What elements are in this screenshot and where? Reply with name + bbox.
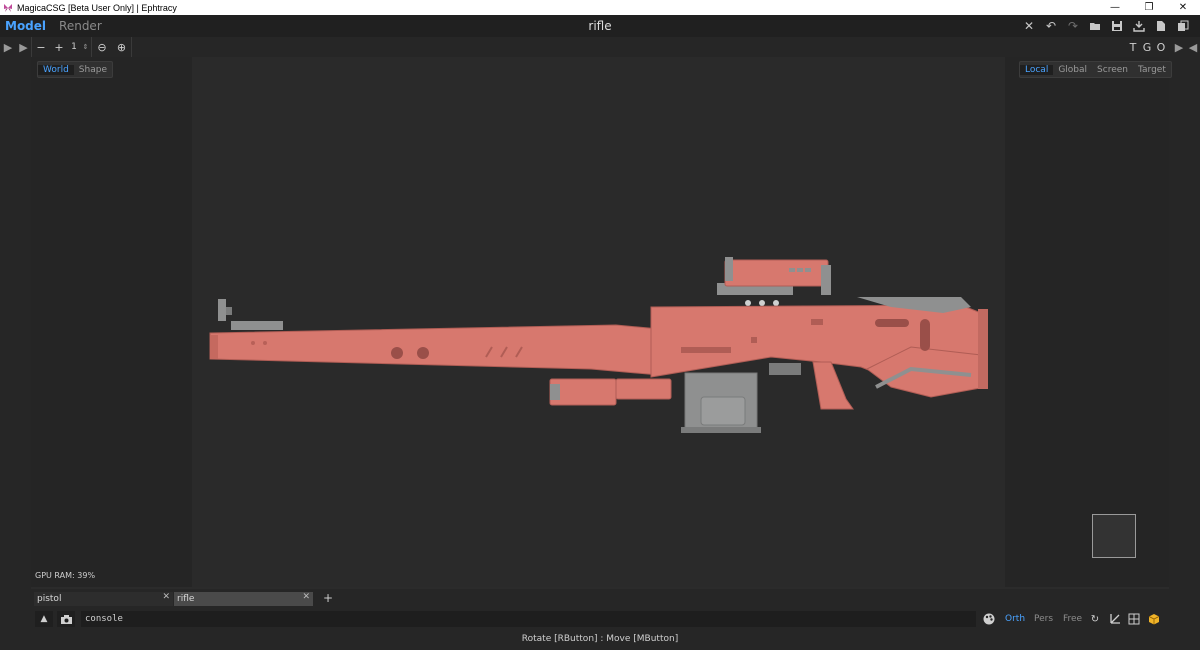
layout-icon[interactable]: [1127, 612, 1141, 626]
close-window-icon[interactable]: ✕: [1166, 0, 1200, 15]
play-right-icon[interactable]: ▶: [16, 37, 32, 57]
tab-model[interactable]: Model: [5, 19, 46, 33]
window-controls: — ❐ ✕: [1098, 0, 1200, 15]
box-icon[interactable]: [1147, 612, 1161, 626]
play-right-icon-2[interactable]: ▶: [1172, 41, 1186, 54]
minimize-icon[interactable]: —: [1098, 0, 1132, 15]
document-tabs: pistol ✕ rifle ✕ +: [31, 589, 1169, 609]
grip-and-trigger: [769, 361, 854, 410]
butterfly-logo-icon: [4, 3, 12, 12]
front-sight: [218, 299, 283, 330]
free-toggle[interactable]: Free: [1063, 609, 1082, 629]
magazine: [681, 372, 761, 433]
view-cube[interactable]: [1092, 514, 1136, 558]
window-title: MagicaCSG [Beta User Only] | Ephtracy: [17, 2, 177, 13]
tab-rifle[interactable]: rifle ✕: [174, 592, 313, 606]
close-tab-icon[interactable]: ✕: [302, 592, 310, 602]
maximize-icon[interactable]: ❐: [1132, 0, 1166, 15]
tab-render[interactable]: Render: [59, 19, 102, 33]
increment-icon[interactable]: +: [50, 37, 68, 57]
app-window: MagicaCSG [Beta User Only] | Ephtracy — …: [0, 0, 1200, 650]
console-input[interactable]: [81, 611, 976, 627]
export-icon[interactable]: [1128, 15, 1150, 37]
tab-rifle-label: rifle: [177, 594, 195, 604]
play-left-icon[interactable]: ▶: [0, 37, 16, 57]
undo-icon[interactable]: ↶: [1040, 15, 1062, 37]
toolbar: ▶ ▶ − + 1 ⇕ ⊖ ⊕ T G O ▶ ◀: [0, 37, 1200, 57]
save-icon[interactable]: [1106, 15, 1128, 37]
3d-viewport[interactable]: World Shape Local Global Screen Target G…: [31, 57, 1172, 587]
left-collapsed-panel: [0, 57, 31, 650]
pers-toggle[interactable]: Pers: [1034, 609, 1053, 629]
close-doc-icon[interactable]: ✕: [1018, 15, 1040, 37]
tab-pistol[interactable]: pistol ✕: [34, 592, 173, 606]
add-tab-icon[interactable]: +: [323, 591, 333, 605]
scope: [717, 257, 831, 306]
tgo-group: T G O ▶ ◀: [1126, 37, 1200, 57]
status-bar: Rotate [RButton] : Move [MButton]: [31, 629, 1169, 650]
zoom-out-icon[interactable]: ⊖: [92, 37, 112, 57]
rifle-model[interactable]: [31, 57, 1169, 587]
app-header: Model Render rifle ✕ ↶ ↷: [0, 15, 1200, 37]
o-toggle[interactable]: O: [1154, 41, 1168, 54]
new-file-icon[interactable]: [1150, 15, 1172, 37]
duplicate-icon[interactable]: [1172, 15, 1194, 37]
reset-view-icon[interactable]: ↻: [1088, 612, 1102, 626]
zoom-in-icon[interactable]: ⊕: [112, 37, 132, 57]
tab-pistol-label: pistol: [37, 594, 62, 604]
gpu-ram-readout: GPU RAM: 39%: [35, 571, 96, 580]
window-titlebar: MagicaCSG [Beta User Only] | Ephtracy — …: [0, 0, 1200, 15]
stepper-arrows-icon[interactable]: ⇕: [80, 37, 92, 57]
header-actions: ✕ ↶ ↷: [1018, 15, 1194, 37]
console-row: ▲ Orth Pers Free ↻: [31, 609, 1169, 629]
palette-icon[interactable]: [982, 612, 996, 626]
count-value[interactable]: 1: [68, 37, 80, 57]
open-folder-icon[interactable]: [1084, 15, 1106, 37]
camera-icon[interactable]: [57, 611, 75, 627]
barrel: [209, 324, 660, 376]
g-toggle[interactable]: G: [1140, 41, 1154, 54]
decrement-icon[interactable]: −: [32, 37, 50, 57]
close-tab-icon[interactable]: ✕: [162, 592, 170, 602]
redo-icon[interactable]: ↷: [1062, 15, 1084, 37]
t-toggle[interactable]: T: [1126, 41, 1140, 54]
triangle-up-icon[interactable]: ▲: [35, 611, 53, 627]
play-left-icon-2[interactable]: ◀: [1186, 41, 1200, 54]
flashlight: [549, 378, 672, 406]
orth-toggle[interactable]: Orth: [1005, 609, 1025, 629]
right-collapsed-panel: [1169, 57, 1200, 650]
axis-icon[interactable]: [1108, 612, 1122, 626]
